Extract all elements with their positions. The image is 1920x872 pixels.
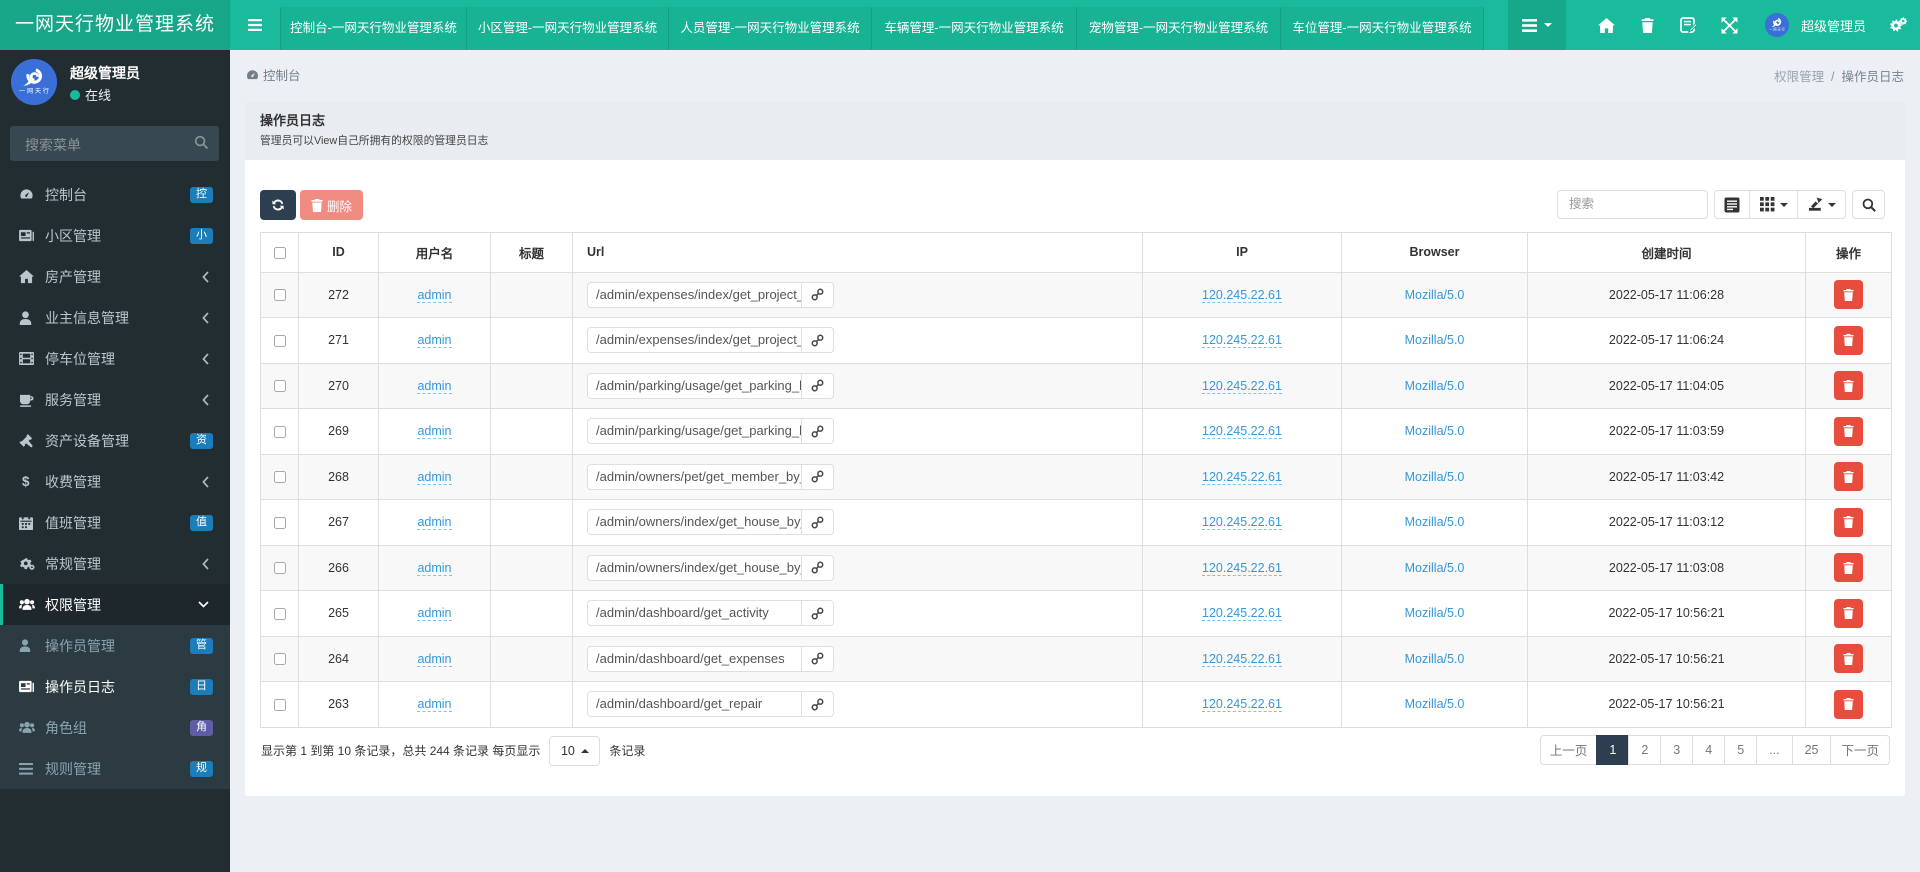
svg-text:一 网 天 行: 一 网 天 行 bbox=[1769, 27, 1785, 32]
svg-text:$: $ bbox=[22, 474, 30, 489]
svg-text:一 网 天 行: 一 网 天 行 bbox=[19, 87, 49, 95]
